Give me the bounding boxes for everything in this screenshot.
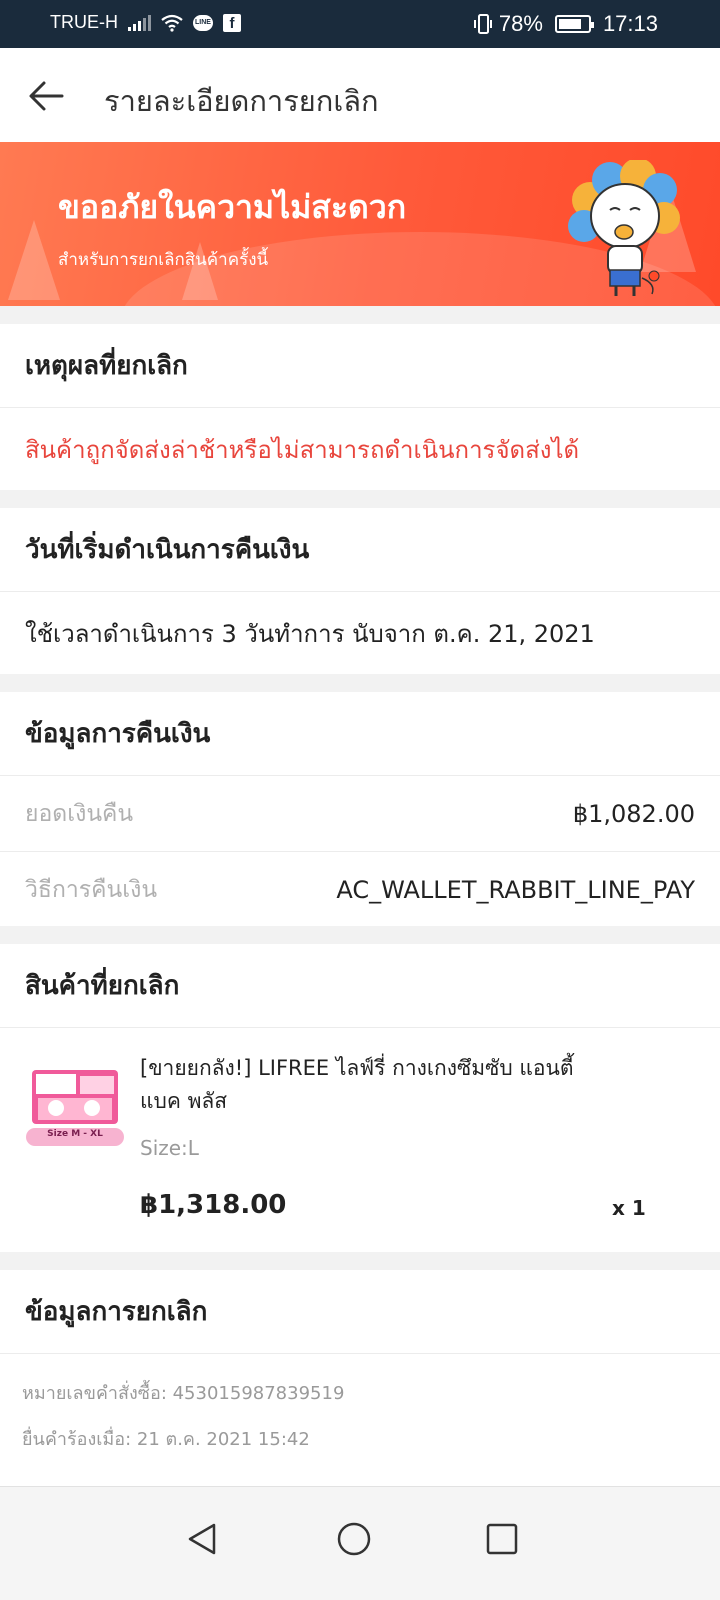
nav-back-icon xyxy=(188,1523,216,1555)
line-app-icon: LINE xyxy=(193,14,213,31)
back-arrow-icon xyxy=(29,81,64,111)
page-title: รายละเอียดการยกเลิก xyxy=(104,84,379,118)
refund-method-value: AC_WALLET_RABBIT_LINE_PAY xyxy=(336,876,695,904)
refund-start-text: ใช้เวลาดำเนินการ 3 วันทำการ นับจาก ต.ค. … xyxy=(25,619,595,648)
back-button[interactable] xyxy=(24,74,68,118)
product-variant: Size:L xyxy=(140,1136,199,1160)
refund-method-label: วิธีการคืนเงิน xyxy=(25,877,158,903)
nav-back-button[interactable] xyxy=(172,1509,232,1569)
cancel-info-heading: ข้อมูลการยกเลิก xyxy=(0,1270,720,1354)
reason-heading: เหตุผลที่ยกเลิก xyxy=(0,324,720,408)
product-item[interactable]: Size M - XL [ขายยกลัง!] LIFREE ไลฟ์รี่ ก… xyxy=(0,1028,720,1252)
order-number: หมายเลขคำสั่งซื้อ: 453015987839519 xyxy=(22,1383,345,1404)
refund-method-row: วิธีการคืนเงิน AC_WALLET_RABBIT_LINE_PAY xyxy=(0,852,720,928)
battery-percent: 78% xyxy=(498,11,543,36)
wifi-icon xyxy=(161,14,183,32)
refund-amount-label: ยอดเงินคืน xyxy=(25,800,134,827)
product-name: [ขายยกลัง!] LIFREE ไลฟ์รี่ กางเกงซึมซับ … xyxy=(140,1056,574,1113)
clock: 17:13 xyxy=(602,11,658,36)
reason-text: สินค้าถูกจัดส่งล่าช้าหรือไม่สามารถดำเนิน… xyxy=(25,435,580,464)
status-bar: TRUE-H LINE f 78% 17:13 xyxy=(0,0,720,48)
product-quantity: x 1 xyxy=(612,1196,646,1220)
cancel-info-section: ข้อมูลการยกเลิก หมายเลขคำสั่งซื้อ: 45301… xyxy=(0,1270,720,1486)
nav-home-button[interactable] xyxy=(324,1509,384,1569)
app-header: รายละเอียดการยกเลิก xyxy=(0,48,720,142)
nav-home-icon xyxy=(337,1522,371,1556)
apology-banner: ขออภัยในความไม่สะดวก สำหรับการยกเลิกสินค… xyxy=(0,142,720,306)
cancelled-items-section: สินค้าที่ยกเลิก Size M - XL [ขายยกลัง!] … xyxy=(0,944,720,1252)
signal-icon xyxy=(128,14,151,31)
reason-section: เหตุผลที่ยกเลิก สินค้าถูกจัดส่งล่าช้าหรื… xyxy=(0,324,720,490)
refund-info-heading: ข้อมูลการคืนเงิน xyxy=(0,692,720,776)
system-navigation-bar xyxy=(0,1486,720,1600)
request-time: ยื่นคำร้องเมื่อ: 21 ต.ค. 2021 15:42 xyxy=(22,1429,310,1450)
product-image-label: Size M - XL xyxy=(47,1129,103,1139)
facebook-app-icon: f xyxy=(223,13,241,32)
cancel-info-body: หมายเลขคำสั่งซื้อ: 453015987839519 ยื่นค… xyxy=(0,1354,720,1470)
vibrate-icon xyxy=(473,14,492,34)
banner-title: ขออภัยในความไม่สะดวก xyxy=(58,188,407,226)
refund-amount-row: ยอดเงินคืน ฿1,082.00 xyxy=(0,776,720,852)
cancelled-items-heading: สินค้าที่ยกเลิก xyxy=(0,944,720,1028)
product-price: ฿1,318.00 xyxy=(140,1190,287,1220)
refund-start-heading: วันที่เริ่มดำเนินการคืนเงิน xyxy=(0,508,720,592)
banner-subtitle: สำหรับการยกเลิกสินค้าครั้งนี้ xyxy=(58,250,269,270)
nav-recents-button[interactable] xyxy=(472,1509,532,1569)
refund-amount-value: ฿1,082.00 xyxy=(572,799,695,828)
refund-start-section: วันที่เริ่มดำเนินการคืนเงิน ใช้เวลาดำเนิ… xyxy=(0,508,720,674)
mascot-illustration xyxy=(568,160,680,296)
nav-recents-icon xyxy=(486,1523,518,1555)
refund-info-section: ข้อมูลการคืนเงิน ยอดเงินคืน ฿1,082.00 วิ… xyxy=(0,692,720,926)
carrier-label: TRUE-H xyxy=(50,12,118,32)
battery-icon xyxy=(554,15,594,33)
